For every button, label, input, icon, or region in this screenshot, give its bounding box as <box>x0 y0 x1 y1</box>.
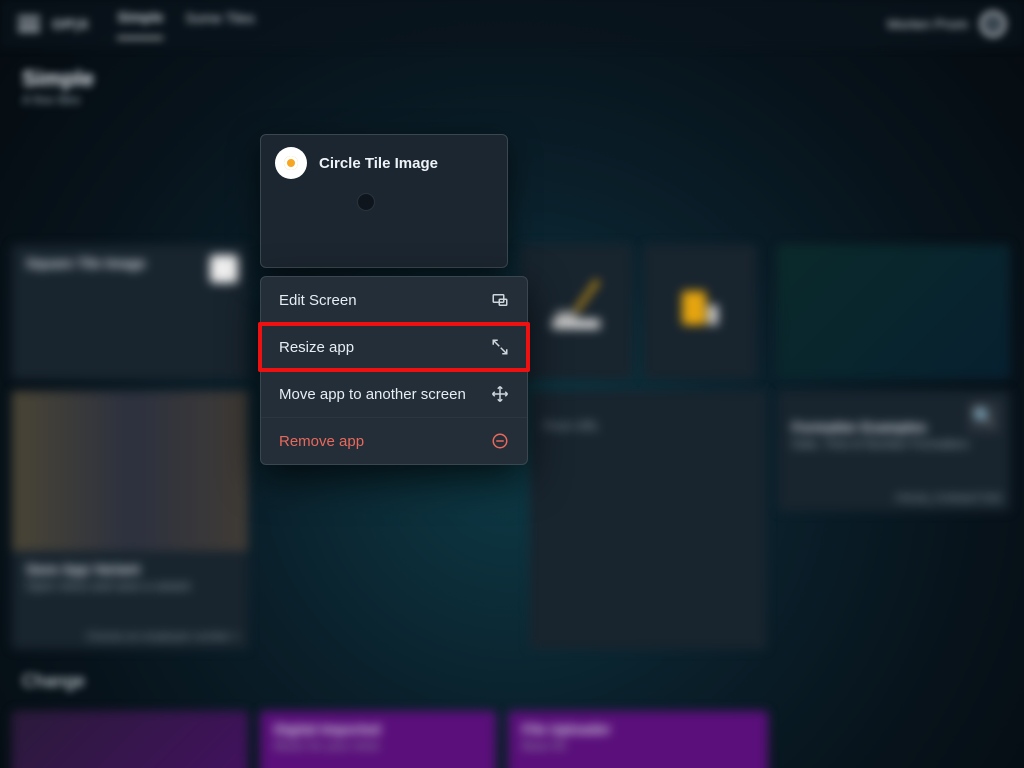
container-icon <box>670 275 730 335</box>
menu-label: Move app to another screen <box>279 386 466 403</box>
tile-subtitle: Open menu and save a variant <box>12 579 248 593</box>
tile-machine-2[interactable] <box>644 245 756 379</box>
menu-move-app[interactable]: Move app to another screen <box>261 370 527 417</box>
tile-corner-label: FROM_FORMATTER <box>896 493 1002 505</box>
user-name[interactable]: Morten Prom <box>887 16 968 32</box>
tile-machine-1[interactable] <box>520 245 632 379</box>
tile-title: Circle Tile Image <box>319 155 438 172</box>
crane-icon <box>546 275 606 335</box>
move-icon <box>491 385 509 403</box>
tile-subtitle: From URL <box>530 419 766 433</box>
brand-label: OP|X <box>52 16 89 32</box>
app-header: OP|X Simple Some Tiles Morten Prom <box>0 0 1024 48</box>
tile-purple-1[interactable] <box>12 711 248 768</box>
tile-thumbnail <box>210 255 238 283</box>
tab-some-tiles[interactable]: Some Tiles <box>185 10 254 38</box>
tile-from-url[interactable]: From URL <box>530 391 766 649</box>
menu-edit-screen[interactable]: Edit Screen <box>261 277 527 323</box>
menu-icon[interactable] <box>18 16 40 32</box>
tile-title: File Uploader <box>508 711 768 739</box>
menu-remove-app[interactable]: Remove app <box>261 417 527 464</box>
tile-title: Save App Variant <box>12 551 248 579</box>
tile-banner[interactable] <box>778 245 1010 379</box>
tile-subtitle: Music for your mind <box>260 739 496 753</box>
page-heading: Simple A few tiles <box>0 48 1024 111</box>
avatar[interactable] <box>980 11 1006 37</box>
section-change-label: Change <box>22 671 85 692</box>
remove-icon <box>491 432 509 450</box>
menu-resize-app[interactable]: Resize app <box>261 323 527 370</box>
tile-save-variant[interactable]: Save App Variant Open menu and save a va… <box>12 391 248 649</box>
page-subtitle: A few tiles <box>22 92 1002 107</box>
screen-icon <box>491 291 509 309</box>
tile-grid: Square Tile Image Save App Variant Open … <box>0 111 1024 127</box>
menu-label: Resize app <box>279 339 354 356</box>
tab-simple[interactable]: Simple <box>117 9 163 39</box>
preview-dot <box>357 193 375 211</box>
tile-footer[interactable]: Choose an employee number > <box>86 631 240 643</box>
circle-thumbnail <box>275 147 307 179</box>
page-title: Simple <box>22 66 1002 92</box>
magnifier-icon: 🔍 <box>968 401 1000 433</box>
resize-icon <box>491 338 509 356</box>
tile-collage <box>12 391 248 551</box>
tile-subtitle: Date, Time & Number Formatters <box>778 437 1010 451</box>
tile-uploader[interactable]: File Uploader Base 64 <box>508 711 768 768</box>
tile-title: Digital Imported <box>260 711 496 739</box>
tile-subtitle: Base 64 <box>508 739 768 753</box>
tile-circle-image[interactable]: Circle Tile Image <box>260 134 508 268</box>
menu-label: Edit Screen <box>279 292 357 309</box>
tile-digital[interactable]: Digital Imported Music for your mind ♫ <box>260 711 496 768</box>
tile-formatter[interactable]: Formatter Examples Date, Time & Number F… <box>778 391 1010 511</box>
tile-square-image[interactable]: Square Tile Image <box>12 245 248 379</box>
context-menu: Edit Screen Resize app Move app to anoth… <box>260 276 528 465</box>
menu-label: Remove app <box>279 433 364 450</box>
